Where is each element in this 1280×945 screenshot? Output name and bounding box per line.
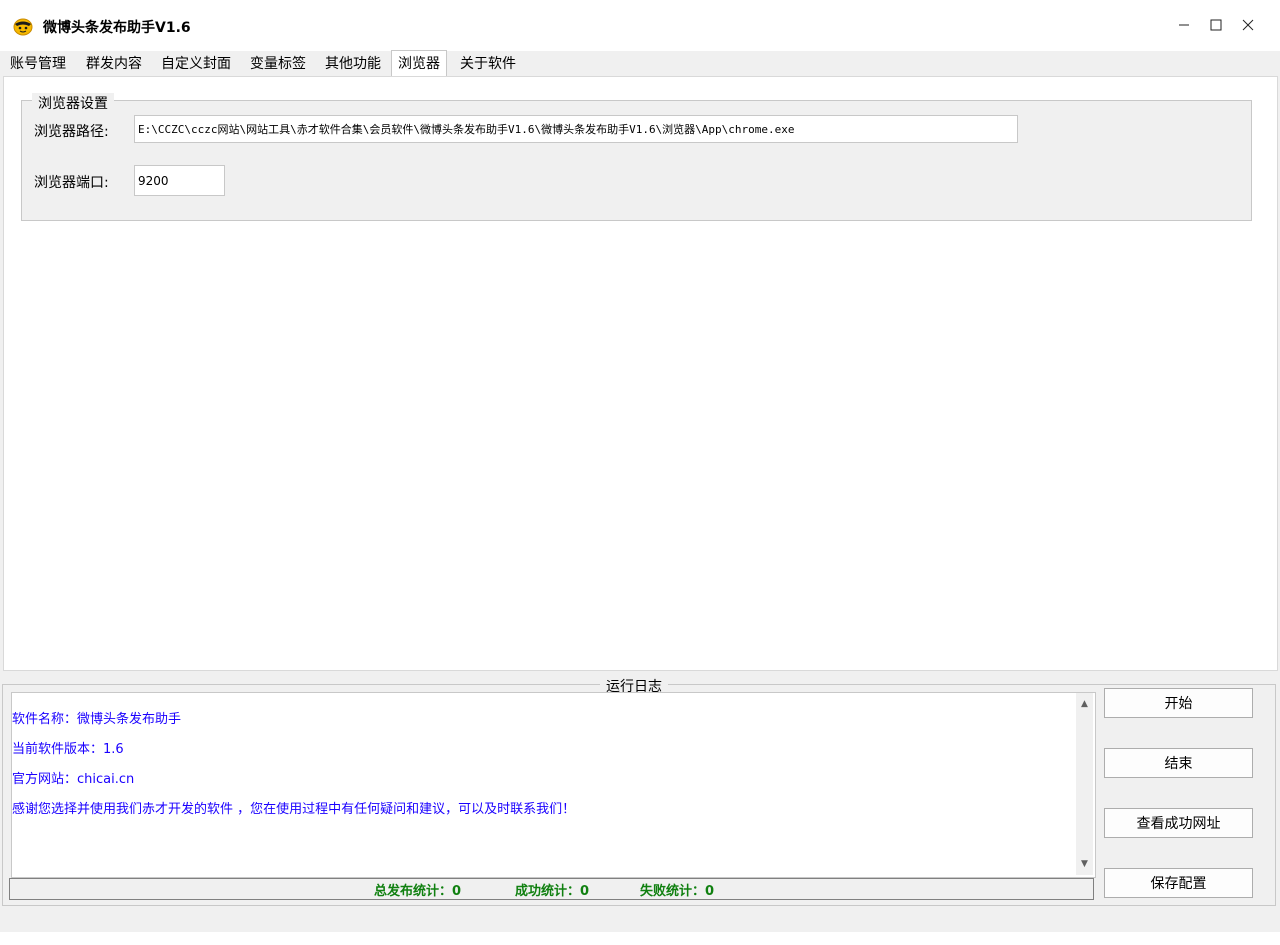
maximize-button[interactable]	[1200, 6, 1232, 44]
log-line: 当前软件版本：1.6	[12, 742, 124, 757]
stat-total: 总发布统计：0	[374, 884, 462, 899]
close-button[interactable]	[1232, 6, 1264, 44]
scroll-up-icon[interactable]: ▲	[1076, 694, 1093, 714]
browser-port-label: 浏览器端口:	[34, 175, 109, 191]
title-bar	[0, 0, 1280, 51]
scroll-down-icon[interactable]: ▼	[1076, 854, 1093, 874]
start-button[interactable]: 开始	[1104, 688, 1253, 718]
tab-about[interactable]: 关于软件	[454, 52, 522, 76]
view-success-urls-button[interactable]: 查看成功网址	[1104, 808, 1253, 838]
window-title: 微博头条发布助手V1.6	[43, 20, 191, 36]
minimize-button[interactable]	[1168, 6, 1200, 44]
log-scrollbar[interactable]	[1076, 693, 1093, 875]
tab-cover[interactable]: 自定义封面	[155, 52, 237, 76]
stat-fail: 失败统计：0	[640, 884, 715, 899]
stat-success: 成功统计：0	[515, 884, 590, 899]
tab-other[interactable]: 其他功能	[319, 52, 387, 76]
app-logo-icon	[12, 16, 34, 36]
save-config-button[interactable]: 保存配置	[1104, 868, 1253, 898]
tab-browser[interactable]: 浏览器	[391, 50, 447, 78]
browser-path-input[interactable]: E:\CCZC\cczc网站\网站工具\赤才软件合集\会员软件\微博头条发布助手…	[134, 115, 1018, 143]
status-bar	[0, 932, 1280, 945]
browser-settings-title: 浏览器设置	[32, 93, 114, 113]
log-line: 感谢您选择并使用我们赤才开发的软件 ，您在使用过程中有任何疑问和建议，可以及时联…	[12, 802, 576, 817]
browser-port-input[interactable]: 9200	[134, 165, 225, 196]
browser-path-label: 浏览器路径:	[34, 124, 109, 140]
stop-button[interactable]: 结束	[1104, 748, 1253, 778]
tab-content[interactable]: 群发内容	[80, 52, 148, 76]
log-line: 官方网站：chicai.cn	[12, 772, 135, 787]
log-line: 软件名称：微博头条发布助手	[12, 712, 182, 727]
tab-account[interactable]: 账号管理	[4, 52, 72, 76]
tab-variables[interactable]: 变量标签	[244, 52, 312, 76]
